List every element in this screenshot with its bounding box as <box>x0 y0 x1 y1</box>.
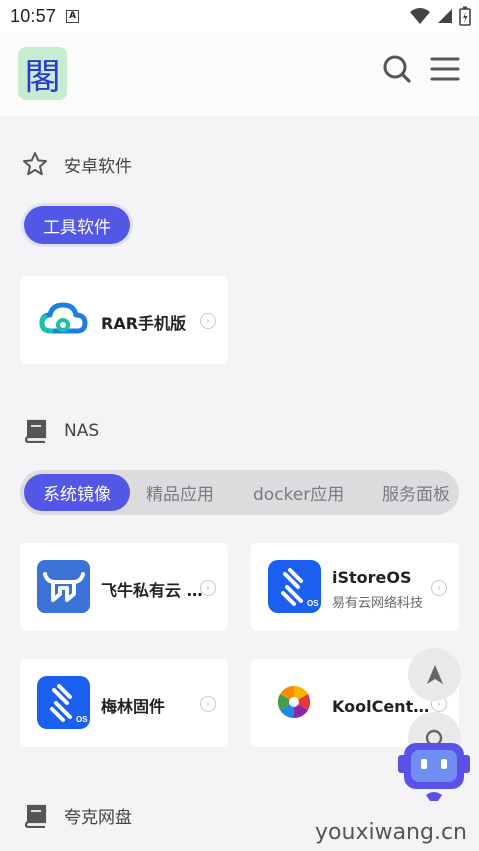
navigation-arrow-icon <box>426 664 443 684</box>
book-icon <box>24 804 47 828</box>
chevron-right-icon: › <box>200 313 216 329</box>
search-icon[interactable] <box>382 54 412 84</box>
app-logo-char: 閣 <box>24 56 61 98</box>
koolcenter-icon <box>277 685 311 719</box>
chevron-right-icon: › <box>200 696 216 712</box>
star-icon <box>23 152 47 176</box>
book-icon <box>24 419 47 443</box>
nas-tab-bar: 系统镜像 精品应用 docker应用 服务面板 <box>20 470 459 515</box>
app-logo[interactable]: 閣 <box>18 47 67 100</box>
app-card-title: iStoreOS <box>332 568 412 587</box>
tab-tool-software[interactable]: 工具软件 <box>24 206 130 244</box>
tab-docker-apps[interactable]: docker应用 <box>253 470 344 515</box>
section-title-text: NAS <box>64 421 100 441</box>
app-card-feiniu[interactable]: 飞牛私有云 fnOS › <box>20 543 228 631</box>
section-title-text: 安卓软件 <box>64 156 132 177</box>
scroll-top-button[interactable] <box>408 648 461 701</box>
tab-label: 系统镜像 <box>43 485 111 505</box>
section-title-nas: NAS <box>22 419 99 443</box>
section-title-android: 安卓软件 <box>22 151 132 177</box>
signal-icon <box>438 9 452 23</box>
app-card-istoreos[interactable]: OS iStoreOS 易有云网络科技 › <box>251 543 459 631</box>
app-card-rar[interactable]: RAR手机版 › <box>20 276 228 364</box>
tab-label: 工具软件 <box>43 217 111 238</box>
app-card-title: RAR手机版 <box>101 314 187 333</box>
app-card-merlin[interactable]: OS 梅林固件 › <box>20 659 228 747</box>
status-icons <box>409 6 471 26</box>
chevron-right-icon: › <box>431 580 447 596</box>
menu-icon[interactable] <box>430 54 460 84</box>
robot-assistant-icon <box>398 743 470 801</box>
feiniu-bull-icon <box>37 560 90 613</box>
tab-label: docker应用 <box>253 485 345 505</box>
section-title-text: 夸克网盘 <box>64 808 132 828</box>
istoreos-icon: OS <box>268 560 321 613</box>
app-card-title: 飞牛私有云 fnOS <box>101 581 206 600</box>
watermark: youxiwang.cn <box>315 820 467 845</box>
tab-premium-apps[interactable]: 精品应用 <box>146 470 214 515</box>
tab-label: 精品应用 <box>146 485 214 505</box>
robot-assistant-button[interactable] <box>398 741 470 805</box>
tab-label: 服务面板 <box>382 485 450 505</box>
section-title-quark: 夸克网盘 <box>22 803 132 828</box>
tab-service-panel[interactable]: 服务面板 <box>382 470 450 515</box>
chevron-right-icon: › <box>200 580 216 596</box>
tab-system-image[interactable]: 系统镜像 <box>24 474 130 511</box>
svg-text:OS: OS <box>307 599 319 608</box>
status-time: 10:57 <box>10 5 57 26</box>
status-bar: 10:57 A <box>0 0 479 32</box>
svg-text:OS: OS <box>76 715 88 724</box>
notification-icon: A <box>66 9 80 23</box>
app-card-title: 梅林固件 <box>101 697 166 716</box>
merlin-firmware-icon: OS <box>37 676 90 729</box>
rar-cloud-icon <box>39 302 88 334</box>
battery-icon <box>459 6 471 26</box>
app-card-subtitle: 易有云网络科技 <box>332 596 424 611</box>
app-header: 閣 <box>0 32 479 116</box>
wifi-icon <box>410 8 430 24</box>
